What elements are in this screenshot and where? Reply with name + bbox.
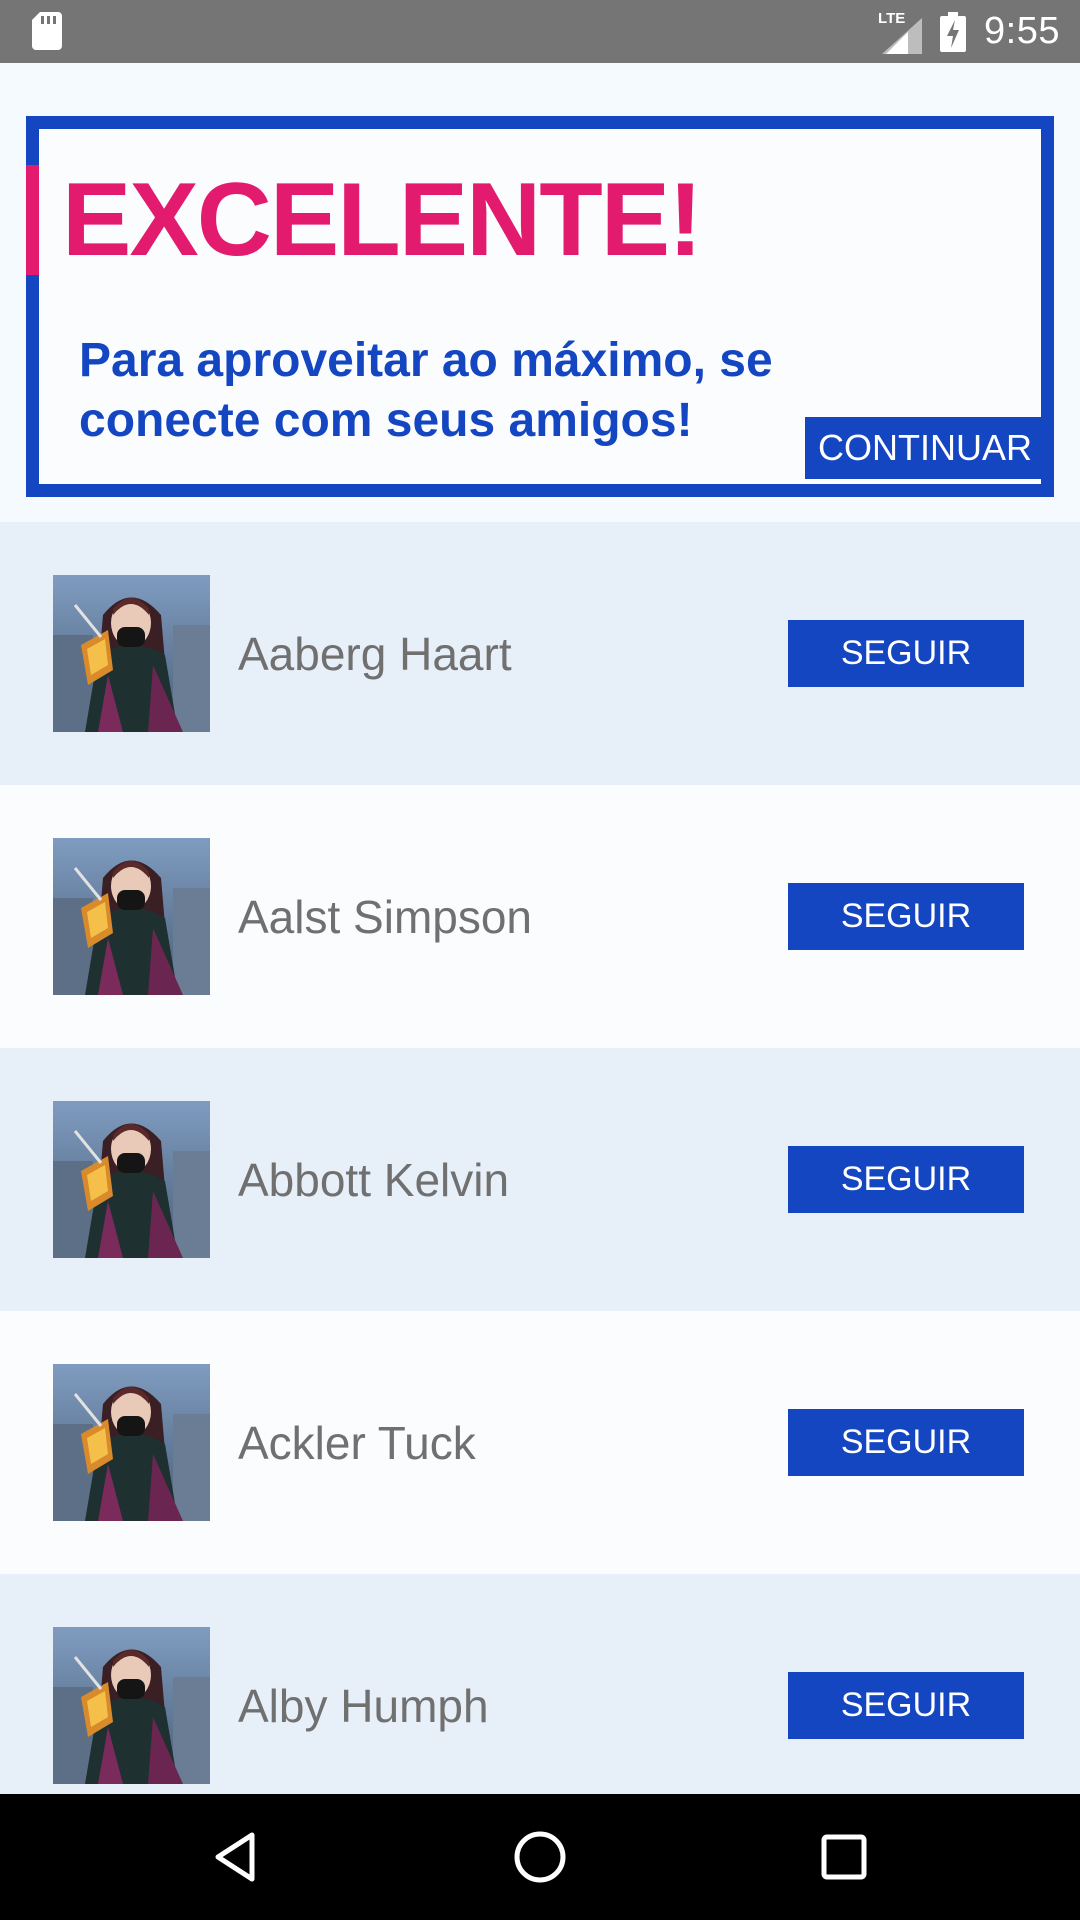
avatar — [53, 1101, 210, 1258]
list-item: Ackler Tuck SEGUIR — [0, 1311, 1080, 1574]
welcome-banner: EXCELENTE! Para aproveitar ao máximo, se… — [26, 116, 1054, 497]
title-accent-bar — [26, 165, 39, 275]
avatar — [53, 575, 210, 732]
follow-button[interactable]: SEGUIR — [788, 1409, 1024, 1476]
friend-list: Aaberg Haart SEGUIR Aalst Simpson SEGUIR — [0, 522, 1080, 1837]
avatar — [53, 1627, 210, 1784]
friend-name: Aaberg Haart — [238, 627, 512, 680]
avatar — [53, 1364, 210, 1521]
recents-icon[interactable] — [814, 1827, 874, 1887]
clock: 9:55 — [984, 10, 1060, 52]
follow-button[interactable]: SEGUIR — [788, 883, 1024, 950]
sd-card-icon — [32, 12, 62, 50]
follow-button[interactable]: SEGUIR — [788, 1146, 1024, 1213]
battery-charging-icon — [940, 11, 967, 52]
list-item: Aalst Simpson SEGUIR — [0, 785, 1080, 1048]
list-item: Aaberg Haart SEGUIR — [0, 522, 1080, 785]
banner-title: EXCELENTE! — [62, 162, 703, 278]
home-icon[interactable] — [510, 1827, 570, 1887]
friend-name: Abbott Kelvin — [238, 1153, 510, 1206]
continue-button[interactable]: CONTINUAR — [805, 417, 1045, 479]
banner-subtitle: Para aproveitar ao máximo, se conecte co… — [79, 334, 773, 447]
status-bar: LTE 9:55 — [0, 0, 1080, 63]
avatar — [53, 838, 210, 995]
network-indicator: LTE — [878, 9, 923, 54]
banner-title-area: EXCELENTE! — [26, 165, 726, 275]
friend-name: Aalst Simpson — [238, 890, 533, 943]
friend-name: Ackler Tuck — [238, 1416, 476, 1469]
navigation-bar — [0, 1794, 1080, 1920]
follow-button[interactable]: SEGUIR — [788, 1672, 1024, 1739]
follow-button[interactable]: SEGUIR — [788, 620, 1024, 687]
network-type-label: LTE — [878, 9, 906, 27]
list-item: Abbott Kelvin SEGUIR — [0, 1048, 1080, 1311]
back-icon[interactable] — [206, 1827, 266, 1887]
